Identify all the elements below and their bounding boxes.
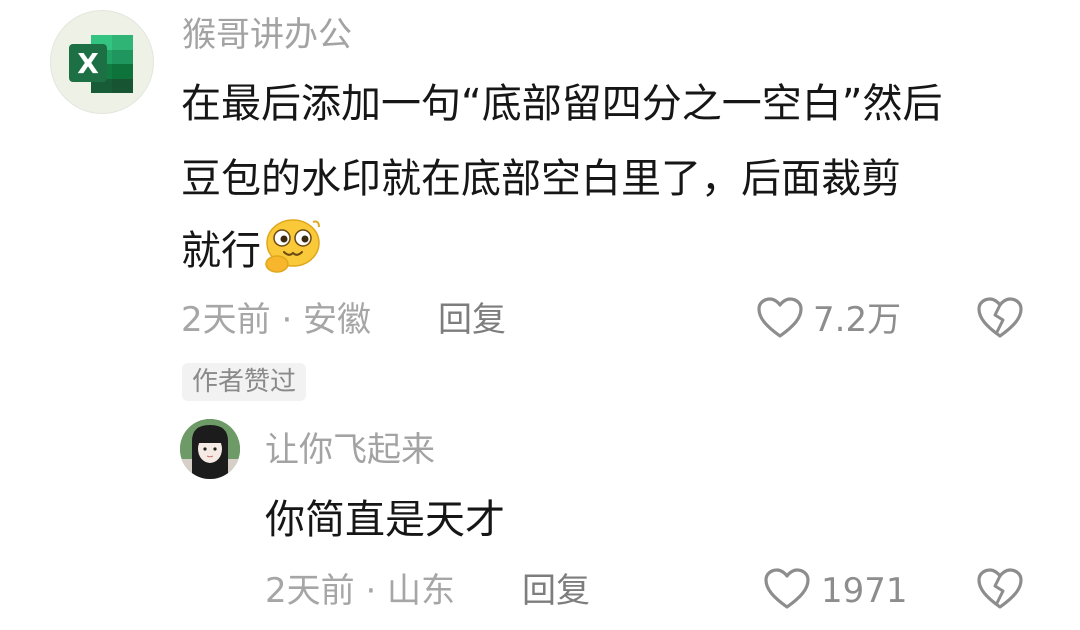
excel-logo-icon: X <box>69 35 133 93</box>
svg-text:X: X <box>77 47 99 80</box>
reply-avatar[interactable] <box>180 419 240 479</box>
author-liked-badge: 作者赞过 <box>182 363 307 401</box>
heart-icon <box>764 568 810 609</box>
comment-text-line-3-text: 就行 <box>181 228 261 274</box>
reply-like-button[interactable] <box>763 567 811 611</box>
broken-heart-icon <box>977 568 1023 609</box>
reply-button[interactable]: 回复 <box>438 300 506 340</box>
reply-author[interactable]: 让你飞起来 <box>265 430 435 470</box>
reply-text: 你简直是天才 <box>265 497 505 543</box>
anime-girl-avatar-icon <box>180 419 240 479</box>
like-button[interactable] <box>756 296 804 340</box>
dislike-button[interactable] <box>976 296 1024 340</box>
avatar[interactable]: X <box>50 10 154 114</box>
smirk-face-emoji-icon <box>263 214 323 292</box>
reply-dislike-button[interactable] <box>976 567 1024 611</box>
reply-like-count: 1971 <box>821 571 908 611</box>
heart-icon <box>757 297 803 338</box>
comment-text-line-3: 就行 <box>181 214 323 292</box>
comment-text-line-1: 在最后添加一句“底部留四分之一空白”然后 <box>181 81 943 127</box>
comment-time-location: 2天前 · 安徽 <box>181 300 372 340</box>
broken-heart-icon <box>977 297 1023 338</box>
reply-time-location: 2天前 · 山东 <box>265 571 456 611</box>
comment-text-line-2: 豆包的水印就在底部空白里了，后面裁剪 <box>181 156 901 202</box>
reply-reply-button[interactable]: 回复 <box>522 571 590 611</box>
comment-author[interactable]: 猴哥讲办公 <box>182 15 352 55</box>
like-count: 7.2万 <box>813 300 902 340</box>
